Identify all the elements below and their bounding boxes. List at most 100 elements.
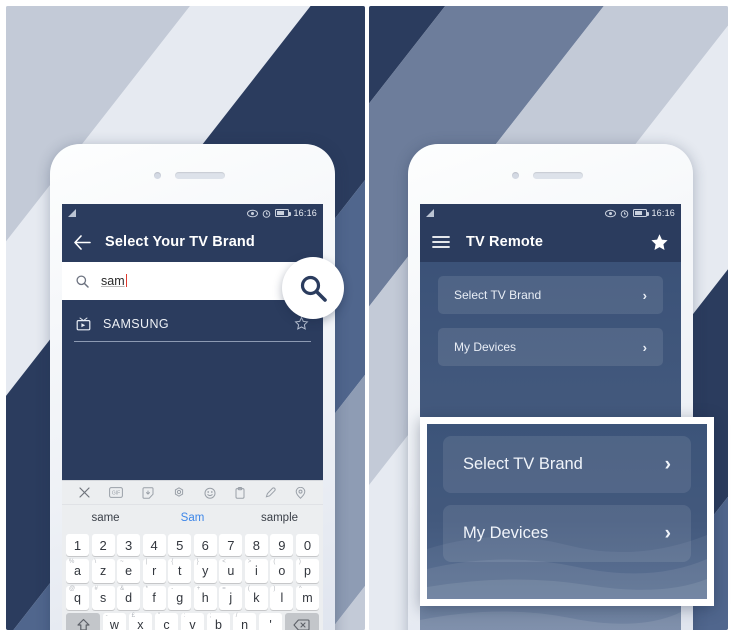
key[interactable]: 0	[295, 534, 319, 556]
callout-menu-item-select-tv-brand[interactable]: Select TV Brand ›	[443, 436, 691, 493]
key[interactable]: # s	[91, 586, 115, 610]
menu-item-label: My Devices	[454, 340, 517, 354]
key[interactable]: & d	[117, 586, 141, 610]
key[interactable]: + h	[193, 586, 217, 610]
key[interactable]: / n	[232, 613, 257, 630]
key-label: k	[253, 591, 260, 605]
menu-item-select-tv-brand[interactable]: Select TV Brand ›	[438, 276, 663, 314]
key[interactable]: -g	[168, 586, 192, 610]
key[interactable]: @ q	[66, 586, 90, 610]
keyboard-number-row[interactable]: 1 2 3 4 5 6 7 8 9 0	[64, 534, 321, 556]
key[interactable]: 2	[91, 534, 115, 556]
menu-item-my-devices[interactable]: My Devices ›	[438, 328, 663, 366]
suggestion-bar[interactable]: same Sam sample	[62, 505, 323, 531]
key[interactable]: :v	[180, 613, 205, 630]
svg-text:GIF: GIF	[112, 491, 120, 497]
key-alt: (	[273, 559, 276, 565]
key[interactable]: | r	[142, 559, 166, 583]
location-icon[interactable]	[295, 486, 306, 499]
key[interactable]: 6	[193, 534, 217, 556]
keyboard-row-1[interactable]: % a \ z ~ e | r {t } y < u > i (o ) p	[64, 559, 321, 583]
mic-icon[interactable]	[264, 486, 276, 499]
key[interactable]: 3	[117, 534, 141, 556]
hamburger-menu-icon[interactable]	[432, 235, 450, 249]
right-status-bar: 16:16	[420, 204, 681, 222]
key-label: e	[125, 564, 133, 578]
keyboard-row-2[interactable]: @ q # s & d * f -g + h = j (k ) l ^ m	[64, 586, 321, 610]
keyboard-toolbar[interactable]: GIF	[62, 481, 323, 505]
key-label: p	[303, 564, 311, 578]
suggestion-item[interactable]: same	[62, 512, 149, 524]
brand-results-list: SAMSUNG	[62, 300, 323, 342]
settings-icon[interactable]	[173, 486, 185, 499]
key[interactable]: = j	[219, 586, 243, 610]
front-camera-icon	[154, 172, 161, 179]
key-label: d	[125, 591, 133, 605]
key[interactable]: (o	[270, 559, 294, 583]
key[interactable]: " c	[154, 613, 179, 630]
key-label: j	[229, 591, 233, 605]
key[interactable]: 8	[244, 534, 268, 556]
star-filled-icon[interactable]	[650, 233, 669, 252]
backspace-icon[interactable]	[284, 613, 319, 630]
key-alt: ;	[209, 613, 212, 619]
key-label: l	[280, 591, 284, 605]
search-fab-button[interactable]	[282, 257, 344, 319]
key[interactable]: ) p	[295, 559, 319, 583]
key-label: r	[152, 564, 157, 578]
key-alt: %	[69, 559, 75, 565]
key[interactable]: } y	[193, 559, 217, 583]
key[interactable]: > i	[244, 559, 268, 583]
key[interactable]: < u	[219, 559, 243, 583]
earpiece-speaker	[533, 172, 583, 179]
list-item[interactable]: SAMSUNG	[74, 310, 311, 342]
key[interactable]: ; b	[206, 613, 231, 630]
key-alt: )	[273, 586, 276, 592]
key-alt: £	[131, 613, 135, 619]
sticker-icon[interactable]	[142, 486, 154, 499]
page-title: TV Remote	[466, 234, 544, 250]
key[interactable]: 1	[66, 534, 90, 556]
page-title: Select Your TV Brand	[105, 234, 255, 250]
suggestion-item-active[interactable]: Sam	[149, 512, 236, 524]
alarm-icon	[262, 209, 271, 218]
key[interactable]: £ x	[128, 613, 153, 630]
key[interactable]: 5	[168, 534, 192, 556]
callout-menu-item-my-devices[interactable]: My Devices ›	[443, 505, 691, 562]
key-label: v	[189, 618, 196, 630]
key-label: q	[74, 591, 81, 605]
left-phone-mockup: 16:16 Select Your TV Brand sam SAMSUNG G…	[50, 144, 335, 630]
key[interactable]: (k	[244, 586, 268, 610]
key[interactable]: % a	[66, 559, 90, 583]
emoji-icon[interactable]	[204, 487, 216, 499]
arrow-back-icon[interactable]	[74, 234, 91, 250]
search-input-value[interactable]: sam	[101, 274, 125, 288]
key[interactable]: ~ e	[117, 559, 141, 583]
key[interactable]: 4	[142, 534, 166, 556]
key-alt: +	[196, 586, 201, 592]
key[interactable]: ) l	[270, 586, 294, 610]
key[interactable]: -w	[102, 613, 127, 630]
shift-icon[interactable]	[66, 613, 101, 630]
key[interactable]: ^ m	[295, 586, 319, 610]
key[interactable]: 7	[219, 534, 243, 556]
key[interactable]: * f	[142, 586, 166, 610]
suggestion-item[interactable]: sample	[236, 512, 323, 524]
on-screen-keyboard[interactable]: GIF same Sam sample 1 2 3 4 5 6 7 8 9 0 …	[62, 480, 323, 630]
key[interactable]: \ z	[91, 559, 115, 583]
key[interactable]: 9	[270, 534, 294, 556]
key-label: s	[99, 591, 107, 605]
key-alt: (	[247, 586, 250, 592]
key-alt: }	[196, 559, 199, 565]
key-label: u	[227, 564, 235, 578]
keyboard-row-3[interactable]: -w £ x " c :v ; b / n '	[64, 613, 321, 630]
list-item-label: SAMSUNG	[103, 316, 170, 331]
tv-icon	[76, 317, 91, 331]
key[interactable]: '	[258, 613, 283, 630]
gif-icon[interactable]: GIF	[109, 487, 124, 498]
key[interactable]: {t	[168, 559, 192, 583]
key-alt: ~	[120, 559, 124, 565]
key-label: '	[269, 618, 272, 630]
close-icon[interactable]	[79, 487, 91, 498]
clipboard-icon[interactable]	[235, 486, 245, 499]
